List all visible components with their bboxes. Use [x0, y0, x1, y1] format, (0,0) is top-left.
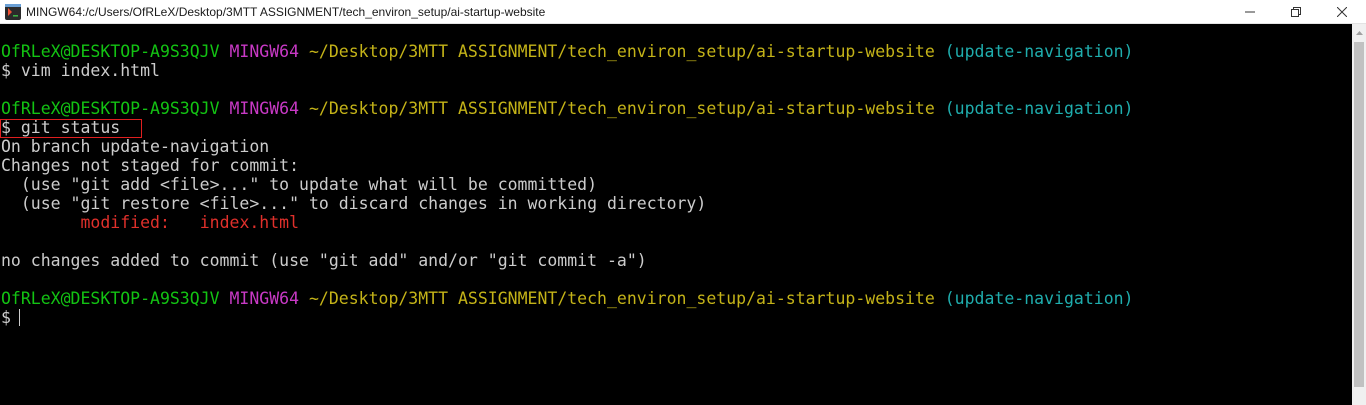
prompt-env: MINGW64	[229, 99, 300, 118]
prompt-path: ~/Desktop/3MTT ASSIGNMENT/tech_environ_s…	[308, 289, 935, 308]
git-bash-icon	[5, 4, 21, 20]
prompt-env: MINGW64	[229, 289, 300, 308]
terminal-output[interactable]: OfRLeX@DESKTOP-A9S3QJV MINGW64 ~/Desktop…	[0, 42, 1352, 405]
prompt-branch: (update-navigation)	[944, 99, 1134, 118]
prompt-user-host: OfRLeX@DESKTOP-A9S3QJV	[1, 99, 220, 118]
output-hint-add: (use "git add <file>..." to update what …	[1, 175, 598, 194]
modified-indent	[1, 213, 80, 232]
minimize-icon	[1245, 11, 1255, 13]
output-not-staged: Changes not staged for commit:	[1, 156, 300, 175]
scroll-thumb[interactable]	[1354, 42, 1364, 387]
command-line: $ vim index.html	[0, 61, 1352, 80]
window-title: MINGW64:/c/Users/OfRLeX/Desktop/3MTT ASS…	[26, 5, 546, 19]
output-hint-restore: (use "git restore <file>..." to discard …	[1, 194, 707, 213]
prompt-path: ~/Desktop/3MTT ASSIGNMENT/tech_environ_s…	[308, 99, 935, 118]
command-highlight-box	[0, 119, 142, 138]
output-modified-line: modified: index.html	[0, 213, 1352, 232]
close-icon	[1337, 7, 1347, 17]
maximize-icon	[1291, 7, 1301, 17]
close-button[interactable]	[1319, 0, 1365, 24]
modified-label: modified:	[80, 213, 170, 232]
minimize-button[interactable]	[1227, 0, 1273, 24]
prompt-line: OfRLeX@DESKTOP-A9S3QJV MINGW64 ~/Desktop…	[0, 42, 1352, 61]
text-cursor	[18, 309, 20, 326]
maximize-button[interactable]	[1273, 0, 1319, 24]
command-line[interactable]: $	[0, 308, 1352, 327]
prompt-user-host: OfRLeX@DESKTOP-A9S3QJV	[1, 42, 220, 61]
command-text: vim index.html	[20, 61, 160, 80]
prompt-user-host: OfRLeX@DESKTOP-A9S3QJV	[1, 289, 220, 308]
prompt-branch: (update-navigation)	[944, 42, 1134, 61]
prompt-branch: (update-navigation)	[944, 289, 1134, 308]
output-on-branch: On branch update-navigation	[1, 137, 270, 156]
prompt-path: ~/Desktop/3MTT ASSIGNMENT/tech_environ_s…	[308, 42, 935, 61]
output-no-changes: no changes added to commit (use "git add…	[1, 251, 647, 270]
scroll-up-button[interactable]	[1352, 24, 1366, 41]
prompt-symbol: $	[1, 61, 11, 80]
prompt-symbol: $	[1, 308, 11, 327]
prompt-line: OfRLeX@DESKTOP-A9S3QJV MINGW64 ~/Desktop…	[0, 289, 1352, 308]
modified-file: index.html	[199, 213, 300, 232]
prompt-line: OfRLeX@DESKTOP-A9S3QJV MINGW64 ~/Desktop…	[0, 99, 1352, 118]
modified-spacer	[170, 213, 200, 232]
title-bar[interactable]: MINGW64:/c/Users/OfRLeX/Desktop/3MTT ASS…	[0, 0, 1366, 24]
prompt-env: MINGW64	[229, 42, 300, 61]
chevron-up-icon	[1355, 30, 1363, 35]
command-line: $ git status	[0, 118, 1352, 137]
vertical-scrollbar[interactable]	[1352, 24, 1366, 405]
